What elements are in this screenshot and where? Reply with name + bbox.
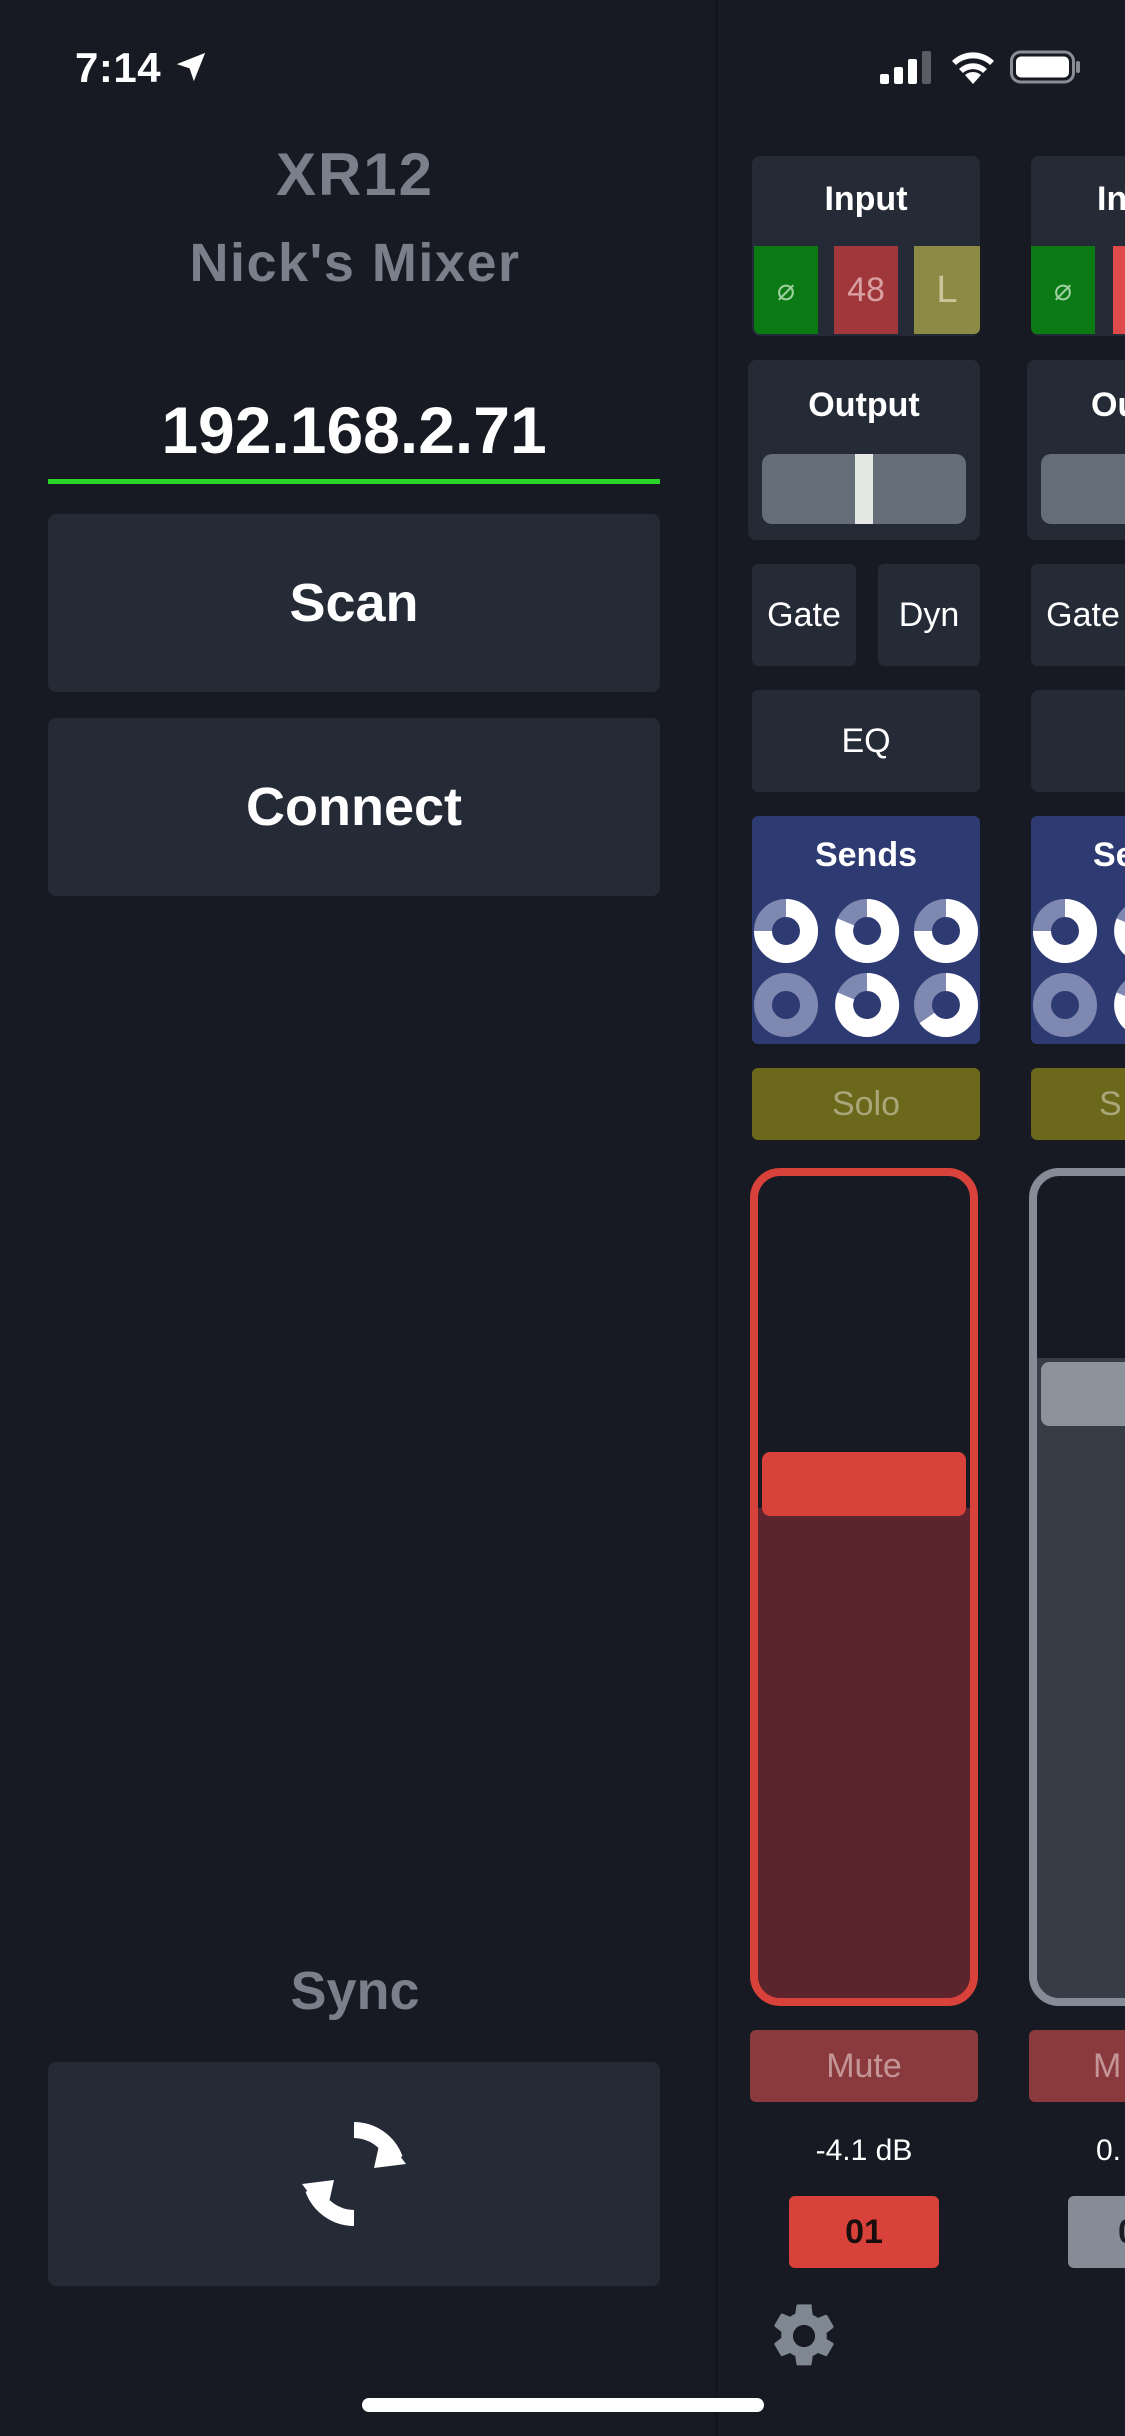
channel-number-badge-2[interactable]: 0 bbox=[1068, 2196, 1125, 2268]
location-arrow-icon bbox=[176, 52, 206, 82]
solo-button-2[interactable]: S bbox=[1031, 1068, 1125, 1140]
gear-icon[interactable] bbox=[766, 2298, 842, 2374]
channel-fader-2[interactable] bbox=[1029, 1168, 1125, 2006]
mixer-model: XR12 bbox=[275, 141, 435, 208]
pan-slider[interactable] bbox=[762, 454, 966, 524]
pan-handle[interactable] bbox=[855, 454, 873, 524]
phantom-power-button-2[interactable] bbox=[1113, 246, 1125, 334]
sends-section[interactable]: Sends bbox=[752, 816, 980, 1044]
output-label: Output bbox=[808, 386, 920, 424]
sync-label: Sync bbox=[290, 1961, 420, 2021]
status-time: 7:14 bbox=[75, 44, 162, 91]
cellular-signal-icon bbox=[880, 51, 931, 84]
connect-button[interactable]: Connect bbox=[48, 718, 660, 896]
level-readout-2: 0. bbox=[1096, 2134, 1122, 2167]
gate-button[interactable]: Gate bbox=[752, 564, 856, 666]
send-knob-6[interactable] bbox=[913, 972, 979, 1038]
scan-button[interactable]: Scan bbox=[48, 514, 660, 692]
send-knob-2-2[interactable] bbox=[1113, 898, 1125, 964]
send-knob-2-5[interactable] bbox=[1113, 972, 1125, 1038]
low-cut-button[interactable]: L bbox=[914, 246, 980, 334]
sends-label: Sends bbox=[814, 836, 918, 874]
eq-button-2[interactable] bbox=[1031, 690, 1125, 792]
send-knob-3[interactable] bbox=[913, 898, 979, 964]
dyn-button[interactable]: Dyn bbox=[878, 564, 980, 666]
send-knob-5[interactable] bbox=[834, 972, 900, 1038]
phase-invert-button-2[interactable]: ⌀ bbox=[1031, 246, 1095, 334]
send-knob-1[interactable] bbox=[753, 898, 819, 964]
fader-handle[interactable] bbox=[762, 1452, 966, 1516]
fader-fill-2 bbox=[1037, 1358, 1125, 1998]
sends-label-2: Se bbox=[1093, 836, 1125, 874]
sends-section-2[interactable]: Se bbox=[1031, 816, 1125, 1044]
mute-button-2[interactable]: M bbox=[1029, 2030, 1125, 2102]
send-knob-2-1[interactable] bbox=[1032, 898, 1098, 964]
input-label-2: In bbox=[1097, 180, 1125, 218]
fader-handle-2[interactable] bbox=[1041, 1362, 1125, 1426]
solo-button[interactable]: Solo bbox=[752, 1068, 980, 1140]
phase-invert-button[interactable]: ⌀ bbox=[754, 246, 818, 334]
wifi-icon bbox=[952, 52, 994, 84]
pan-slider-2[interactable] bbox=[1041, 454, 1125, 524]
mixer-name: Nick's Mixer bbox=[189, 233, 521, 293]
ip-address-input[interactable] bbox=[48, 380, 660, 484]
output-section: Output bbox=[748, 360, 980, 540]
level-readout: -4.1 dB bbox=[815, 2134, 913, 2167]
sync-icon bbox=[302, 2122, 406, 2226]
gate-button-2[interactable]: Gate bbox=[1031, 564, 1125, 666]
mute-button[interactable]: Mute bbox=[750, 2030, 978, 2102]
output-section-2: Ou bbox=[1027, 360, 1125, 540]
send-knob-4[interactable] bbox=[753, 972, 819, 1038]
output-label-2: Ou bbox=[1091, 386, 1125, 424]
eq-button[interactable]: EQ bbox=[752, 690, 980, 792]
panel-divider bbox=[715, 0, 718, 2436]
channel-fader[interactable] bbox=[750, 1168, 978, 2006]
phantom-power-button[interactable]: 48 bbox=[834, 246, 898, 334]
send-knob-2[interactable] bbox=[834, 898, 900, 964]
channel-number-badge[interactable]: 01 bbox=[789, 2196, 939, 2268]
channel-strip-2: In ⌀ Ou Gate Se S M 0. 0 bbox=[1020, 0, 1125, 2436]
fader-fill bbox=[758, 1508, 970, 1998]
home-indicator[interactable] bbox=[362, 2398, 764, 2412]
input-label: Input bbox=[824, 180, 908, 218]
sync-button[interactable] bbox=[48, 2062, 660, 2286]
send-knob-2-4[interactable] bbox=[1032, 972, 1098, 1038]
